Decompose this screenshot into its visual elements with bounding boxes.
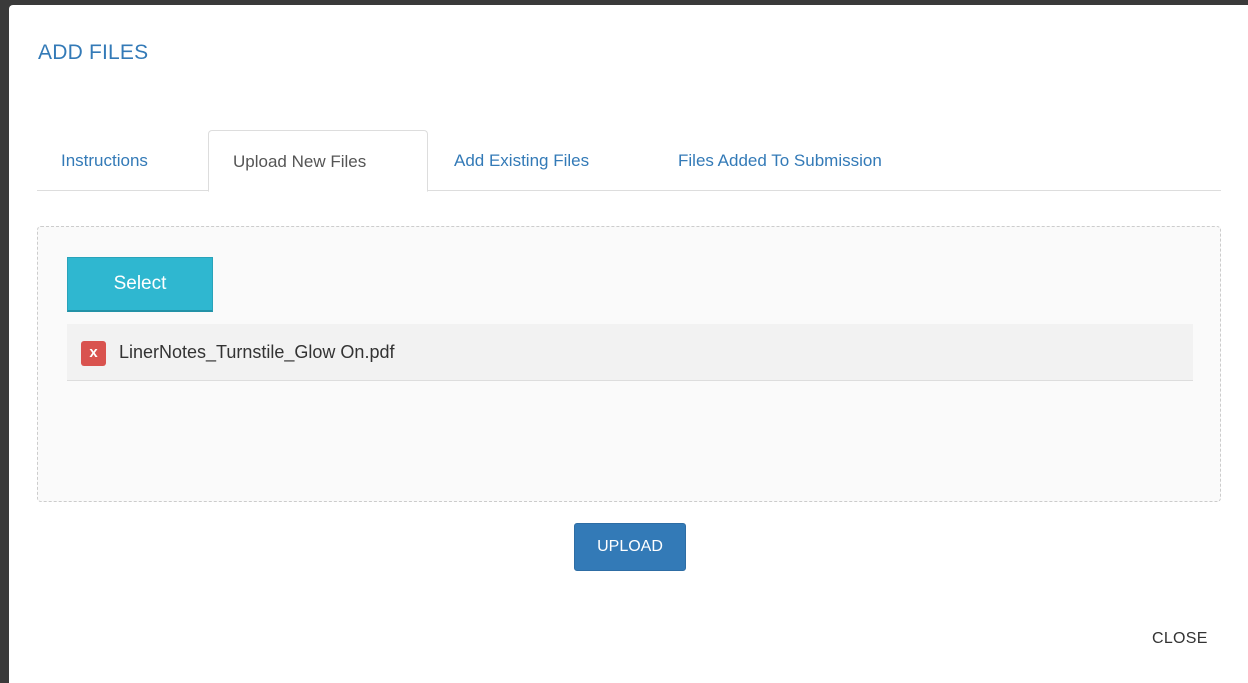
tab-files-added-to-submission[interactable]: Files Added To Submission — [654, 130, 906, 191]
file-list-item: x LinerNotes_Turnstile_Glow On.pdf — [67, 324, 1193, 381]
remove-file-icon[interactable]: x — [81, 341, 106, 366]
modal-title: ADD FILES — [38, 41, 149, 64]
close-button[interactable]: CLOSE — [1152, 630, 1208, 648]
tab-bar: Instructions Upload New Files Add Existi… — [37, 130, 1221, 192]
file-name: LinerNotes_Turnstile_Glow On.pdf — [119, 342, 395, 362]
select-files-button[interactable]: Select — [67, 257, 213, 312]
tab-instructions[interactable]: Instructions — [37, 130, 172, 191]
upload-button[interactable]: UPLOAD — [574, 523, 686, 571]
add-files-modal: ADD FILES Instructions Upload New Files … — [9, 5, 1248, 683]
tab-upload-new-files[interactable]: Upload New Files — [208, 130, 428, 192]
tab-add-existing-files[interactable]: Add Existing Files — [430, 130, 613, 191]
file-drop-zone[interactable]: Select x LinerNotes_Turnstile_Glow On.pd… — [37, 226, 1221, 502]
